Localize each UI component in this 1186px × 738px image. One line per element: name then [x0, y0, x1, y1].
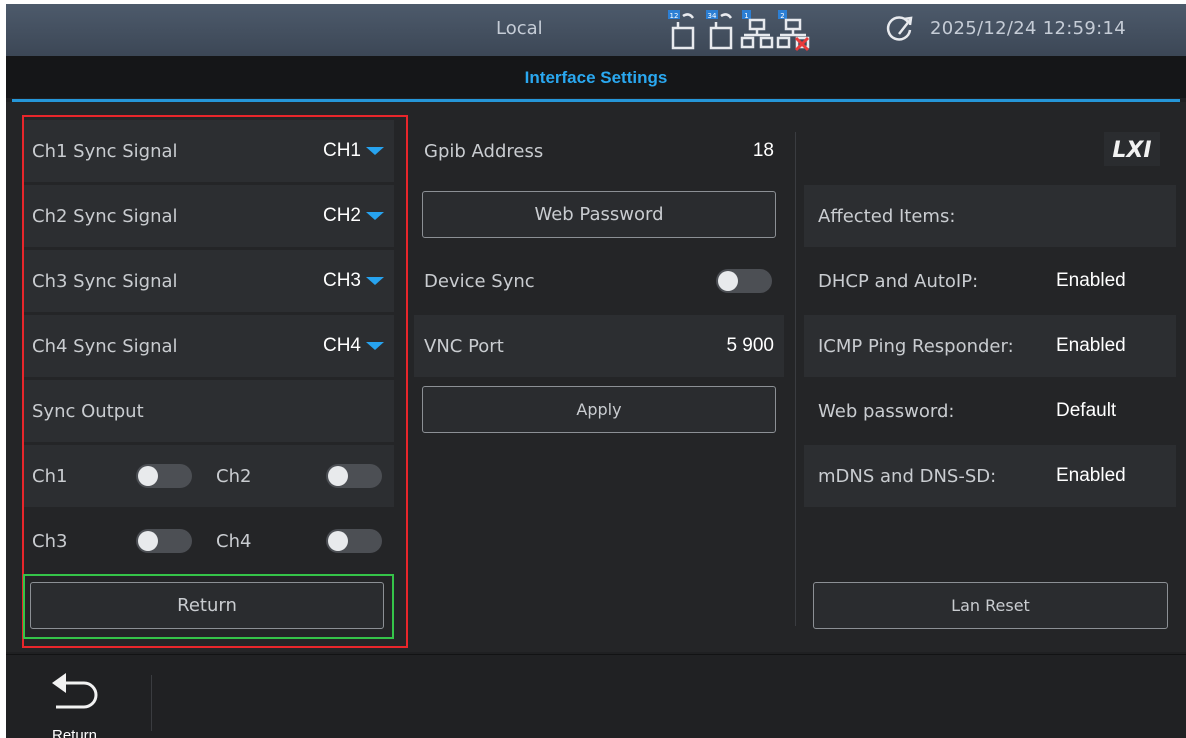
vnc-port-value[interactable]: 5 900 — [726, 335, 774, 357]
chevron-down-icon — [366, 342, 384, 350]
dropdown-value: CH4 — [322, 335, 361, 356]
gpib-address-row[interactable]: Gpib Address 18 — [414, 120, 784, 182]
page-title: Interface Settings — [524, 68, 668, 87]
usb-port-badge: 12 — [670, 12, 679, 20]
usb-port-34-icon[interactable]: 34 — [704, 8, 738, 52]
gpib-address-label: Gpib Address — [424, 140, 544, 162]
ch2-sync-signal-row[interactable]: Ch2 Sync Signal CH2 — [24, 185, 394, 247]
web-password-button[interactable]: Web Password — [422, 191, 776, 238]
vnc-port-row[interactable]: VNC Port 5 900 — [414, 315, 784, 377]
lan-badge: 1 — [744, 12, 748, 20]
ch3-sync-signal-dropdown[interactable]: CH3 — [323, 270, 384, 292]
ch1-sync-signal-row[interactable]: Ch1 Sync Signal CH1 — [24, 120, 394, 182]
lan-reset-button[interactable]: Lan Reset — [813, 582, 1168, 629]
instrument-screen: Local 12 34 1 2 2025/12/24 12:59:14 Inte… — [6, 4, 1186, 738]
return-button[interactable]: Return — [30, 582, 384, 629]
usb-port-badge: 34 — [708, 12, 717, 20]
ch4-output-toggle[interactable] — [326, 529, 382, 553]
gauge-icon[interactable] — [882, 8, 916, 52]
ch2-sync-signal-dropdown[interactable]: CH2 — [323, 205, 384, 227]
dropdown-value: CH2 — [322, 205, 361, 226]
title-bar: Interface Settings — [6, 56, 1186, 98]
ch2-sync-signal-label: Ch2 Sync Signal — [32, 205, 178, 227]
date-time: 2025/12/24 12:59:14 — [930, 18, 1127, 39]
ch1-sync-signal-label: Ch1 Sync Signal — [32, 140, 178, 162]
dhcp-autoip-value: Enabled — [1056, 270, 1126, 291]
mdns-value: Enabled — [1056, 465, 1126, 486]
ch4-sync-signal-dropdown[interactable]: CH4 — [323, 335, 384, 357]
sync-output-toggles-row-2: Ch3 Ch4 — [24, 510, 394, 572]
sync-output-label: Sync Output — [32, 400, 144, 422]
gpib-address-value[interactable]: 18 — [753, 140, 774, 162]
mdns-label: mDNS and DNS-SD: — [818, 465, 997, 487]
ch4-sync-signal-row[interactable]: Ch4 Sync Signal CH4 — [24, 315, 394, 377]
usb-port-12-icon[interactable]: 12 — [666, 8, 700, 52]
return-arrow-icon — [52, 673, 98, 709]
icmp-ping-label: ICMP Ping Responder: — [818, 335, 1014, 357]
dropdown-value: CH1 — [322, 140, 361, 161]
vnc-port-label: VNC Port — [424, 335, 504, 357]
ch3-sync-signal-label: Ch3 Sync Signal — [32, 270, 178, 292]
toggle-knob — [328, 466, 348, 486]
sync-output-toggles-row-1: Ch1 Ch2 — [24, 445, 394, 507]
panel-divider — [795, 132, 796, 626]
sync-output-row: Sync Output — [24, 380, 394, 442]
apply-button[interactable]: Apply — [422, 386, 776, 433]
lan-2-disconnected-icon[interactable]: 2 — [776, 8, 810, 52]
toggle-knob — [138, 466, 158, 486]
mdns-row: mDNS and DNS-SD: Enabled — [804, 445, 1176, 507]
lxi-logo-text: LXI — [1112, 138, 1151, 163]
icmp-ping-value: Enabled — [1056, 335, 1126, 356]
device-sync-label: Device Sync — [424, 270, 535, 292]
chevron-down-icon — [366, 277, 384, 285]
ch3-output-label: Ch3 — [32, 530, 68, 552]
lan-1-icon[interactable]: 1 — [740, 8, 774, 52]
ch1-sync-signal-dropdown[interactable]: CH1 — [323, 140, 384, 162]
ch4-output-label: Ch4 — [216, 530, 252, 552]
return-softkey-label: Return — [52, 727, 98, 738]
device-sync-toggle[interactable] — [716, 269, 772, 293]
status-bar: Local 12 34 1 2 2025/12/24 12:59:14 — [6, 4, 1186, 56]
web-password-status-label: Web password: — [818, 400, 955, 422]
return-softkey[interactable]: Return — [36, 665, 116, 738]
chevron-down-icon — [366, 147, 384, 155]
ch4-sync-signal-label: Ch4 Sync Signal — [32, 335, 178, 357]
lxi-logo: LXI — [1104, 132, 1160, 166]
dhcp-autoip-row: DHCP and AutoIP: Enabled — [804, 250, 1176, 312]
chevron-down-icon — [366, 212, 384, 220]
ch1-output-toggle[interactable] — [136, 464, 192, 488]
ch2-output-label: Ch2 — [216, 465, 252, 487]
dropdown-value: CH3 — [322, 270, 361, 291]
softkey-bar: Return — [6, 654, 1186, 738]
ch3-output-toggle[interactable] — [136, 529, 192, 553]
ch2-output-toggle[interactable] — [326, 464, 382, 488]
remote-mode-status: Local — [496, 18, 543, 39]
ch3-sync-signal-row[interactable]: Ch3 Sync Signal CH3 — [24, 250, 394, 312]
web-password-status-value: Default — [1056, 400, 1117, 421]
affected-items-label: Affected Items: — [818, 205, 956, 227]
lan-badge: 2 — [780, 12, 784, 20]
toggle-knob — [328, 531, 348, 551]
toggle-knob — [718, 271, 738, 291]
toggle-knob — [138, 531, 158, 551]
affected-items-row: Affected Items: — [804, 185, 1176, 247]
dhcp-autoip-label: DHCP and AutoIP: — [818, 270, 979, 292]
device-sync-row: Device Sync — [414, 250, 784, 312]
softkey-separator — [151, 675, 152, 731]
icmp-ping-row: ICMP Ping Responder: Enabled — [804, 315, 1176, 377]
web-password-status-row: Web password: Default — [804, 380, 1176, 442]
ch1-output-label: Ch1 — [32, 465, 68, 487]
